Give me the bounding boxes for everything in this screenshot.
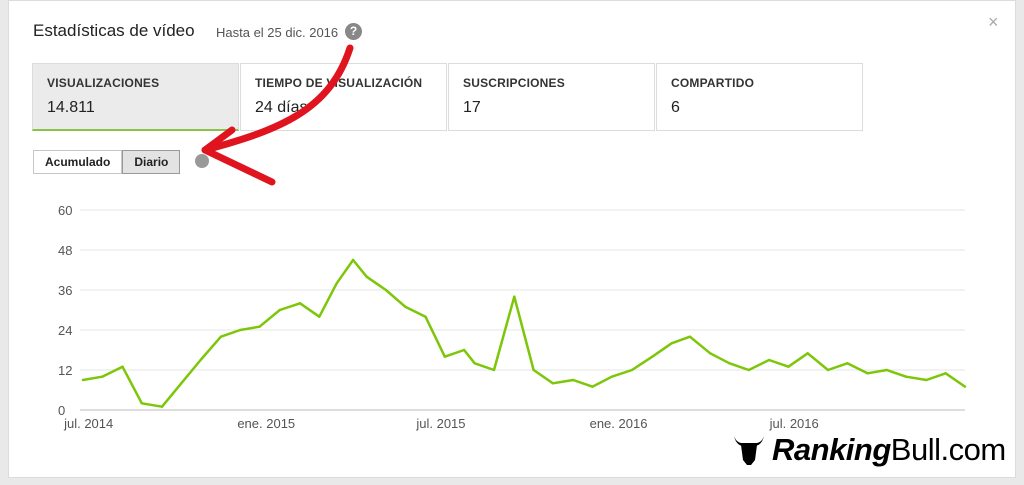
rankingbull-logo: RankingBull.com [732,432,1006,468]
logo-text: RankingBull.com [772,432,1006,467]
annotation-arrow-icon [201,44,354,186]
bull-icon [734,436,764,465]
